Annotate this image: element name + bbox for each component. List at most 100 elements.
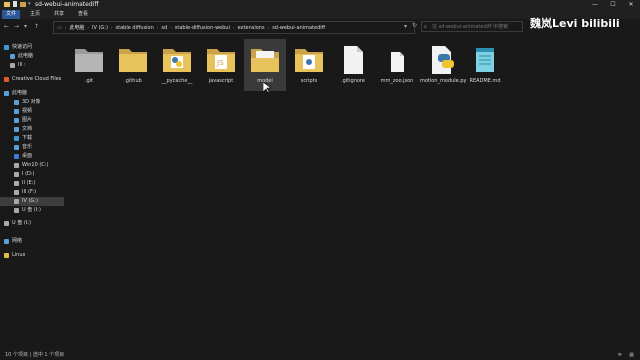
folder-icon	[295, 49, 323, 72]
nav-item-music[interactable]: 音乐	[0, 143, 64, 152]
breadcrumb-item[interactable]: stable-diffusion-webui	[172, 25, 233, 31]
pc-icon	[10, 54, 15, 59]
quick-access-dropdown-icon[interactable]: ▾	[28, 1, 31, 7]
document-icon	[14, 127, 19, 132]
tab-view[interactable]: 查看	[74, 10, 92, 19]
video-icon	[14, 109, 19, 114]
folder-icon	[119, 49, 147, 72]
svg-text:JS: JS	[216, 59, 224, 67]
details-view-icon[interactable]: ≣	[618, 350, 622, 360]
file-item-mm-zoo-json[interactable]: mm_zoo.json	[376, 39, 418, 91]
python-folder-icon	[163, 49, 191, 72]
refresh-icon[interactable]: ↻	[412, 22, 417, 29]
drive-icon	[14, 181, 19, 186]
file-item-github[interactable]: .github	[112, 39, 154, 91]
star-icon	[4, 45, 9, 50]
linux-icon	[4, 253, 9, 258]
pc-icon	[4, 91, 9, 96]
navigation-pane: 快速访问 此电脑 III : Creative Cloud Files 此电脑 …	[0, 38, 64, 348]
address-dropdown-icon[interactable]: ▾	[404, 23, 407, 30]
file-item-javascript[interactable]: JS javascript	[200, 39, 242, 91]
nav-item-drive-d[interactable]: I (D:)	[0, 170, 64, 179]
nav-item-pc-pinned[interactable]: 此电脑	[0, 52, 64, 61]
status-text: 10 个项目 | 选中 1 个项目	[5, 352, 65, 358]
drive-icon	[14, 172, 19, 177]
recent-dropdown-icon[interactable]: ▾	[24, 23, 27, 30]
breadcrumb-item[interactable]: sd-webui-animatediff	[269, 25, 328, 31]
close-button[interactable]: ✕	[622, 0, 640, 9]
pc-icon: ▭	[57, 24, 62, 31]
nav-item-downloads[interactable]: 下载	[0, 134, 64, 143]
address-bar[interactable]: ▭ › 此电脑 › IV (G:) › stable diffusion › s…	[53, 21, 415, 34]
file-item-motion-module-py[interactable]: motion_module.py	[420, 39, 466, 91]
nav-item-this-pc[interactable]: 此电脑	[0, 89, 64, 98]
network-icon	[4, 239, 9, 244]
nav-item-usb-drive-root[interactable]: U 盘 (I:)	[0, 219, 64, 228]
breadcrumb-item[interactable]: stable diffusion	[113, 25, 157, 31]
window-title: sd-webui-animatediff	[35, 1, 99, 8]
file-item-gitignore[interactable]: .gitignore	[332, 39, 374, 91]
up-icon[interactable]: ↑	[34, 23, 39, 30]
back-icon[interactable]: ←	[4, 23, 9, 30]
drive-icon	[10, 63, 15, 68]
cube-icon	[14, 100, 19, 105]
file-item-scripts[interactable]: scripts	[288, 39, 330, 91]
python-file-icon	[432, 46, 454, 74]
status-bar: 10 个项目 | 选中 1 个项目 ≣ ▦	[0, 350, 640, 360]
json-file-icon	[391, 52, 404, 72]
folder-icon	[75, 49, 103, 72]
folder-open-icon	[251, 49, 279, 72]
blank-file-icon	[344, 46, 363, 74]
tab-share[interactable]: 共享	[50, 10, 68, 19]
nav-item-drive-pinned[interactable]: III :	[0, 61, 64, 70]
file-list: .git .github __pycache__ JS javascript m…	[66, 38, 640, 348]
tab-file[interactable]: 文件	[2, 10, 21, 19]
properties-icon[interactable]	[12, 1, 18, 7]
file-item-readme-md[interactable]: README.md	[464, 39, 506, 91]
nav-item-creative-cloud[interactable]: Creative Cloud Files	[0, 75, 64, 84]
drive-icon	[14, 190, 19, 195]
large-icons-view-icon[interactable]: ▦	[629, 350, 634, 360]
desktop-icon	[14, 154, 19, 159]
nav-item-desktop[interactable]: 桌面	[0, 152, 64, 161]
video-watermark: 魏岚Levi bilibili	[530, 17, 620, 30]
nav-item-drive-g[interactable]: IV (G:)	[0, 197, 64, 206]
nav-item-usb-drive[interactable]: U 盘 (I:)	[0, 206, 64, 215]
nav-item-documents[interactable]: 文档	[0, 125, 64, 134]
breadcrumb-item[interactable]: IV (G:)	[89, 25, 111, 31]
download-icon	[14, 136, 19, 141]
drive-icon	[14, 163, 19, 168]
picture-icon	[14, 118, 19, 123]
file-item-pycache[interactable]: __pycache__	[156, 39, 198, 91]
file-item-git[interactable]: .git	[68, 39, 110, 91]
maximize-button[interactable]: ☐	[604, 0, 622, 9]
minimize-button[interactable]: —	[586, 0, 604, 9]
drive-icon	[14, 199, 19, 204]
nav-item-3d-objects[interactable]: 3D 对象	[0, 98, 64, 107]
mouse-pointer-icon	[263, 82, 271, 94]
search-icon: ⌕	[424, 24, 427, 30]
notepad-file-icon	[476, 48, 494, 72]
title-bar: ▾ sd-webui-animatediff — ☐ ✕	[0, 0, 640, 9]
breadcrumb-item[interactable]: extensions	[235, 25, 268, 31]
nav-item-videos[interactable]: 视频	[0, 107, 64, 116]
nav-item-pictures[interactable]: 图片	[0, 116, 64, 125]
search-placeholder: 在 sd-webui-animatediff 中搜索	[432, 24, 509, 30]
forward-icon[interactable]: →	[14, 23, 19, 30]
nav-item-linux[interactable]: Linux	[0, 251, 64, 260]
cloud-icon	[4, 77, 9, 82]
nav-item-drive-c[interactable]: Win10 (C:)	[0, 161, 64, 170]
breadcrumb-item[interactable]: 此电脑	[66, 24, 87, 31]
usb-icon	[14, 208, 19, 213]
new-folder-icon[interactable]	[20, 1, 26, 7]
breadcrumb-item[interactable]: sd	[158, 25, 170, 31]
usb-icon	[4, 221, 9, 226]
music-icon	[14, 145, 19, 150]
nav-item-drive-f[interactable]: III (F:)	[0, 188, 64, 197]
tab-home[interactable]: 主页	[26, 10, 44, 19]
nav-item-network[interactable]: 网络	[0, 237, 64, 246]
nav-item-quick-access[interactable]: 快速访问	[0, 43, 64, 52]
folder-icon	[4, 2, 10, 7]
search-input[interactable]: ⌕ 在 sd-webui-animatediff 中搜索	[421, 21, 523, 32]
nav-item-drive-e[interactable]: II (E:)	[0, 179, 64, 188]
